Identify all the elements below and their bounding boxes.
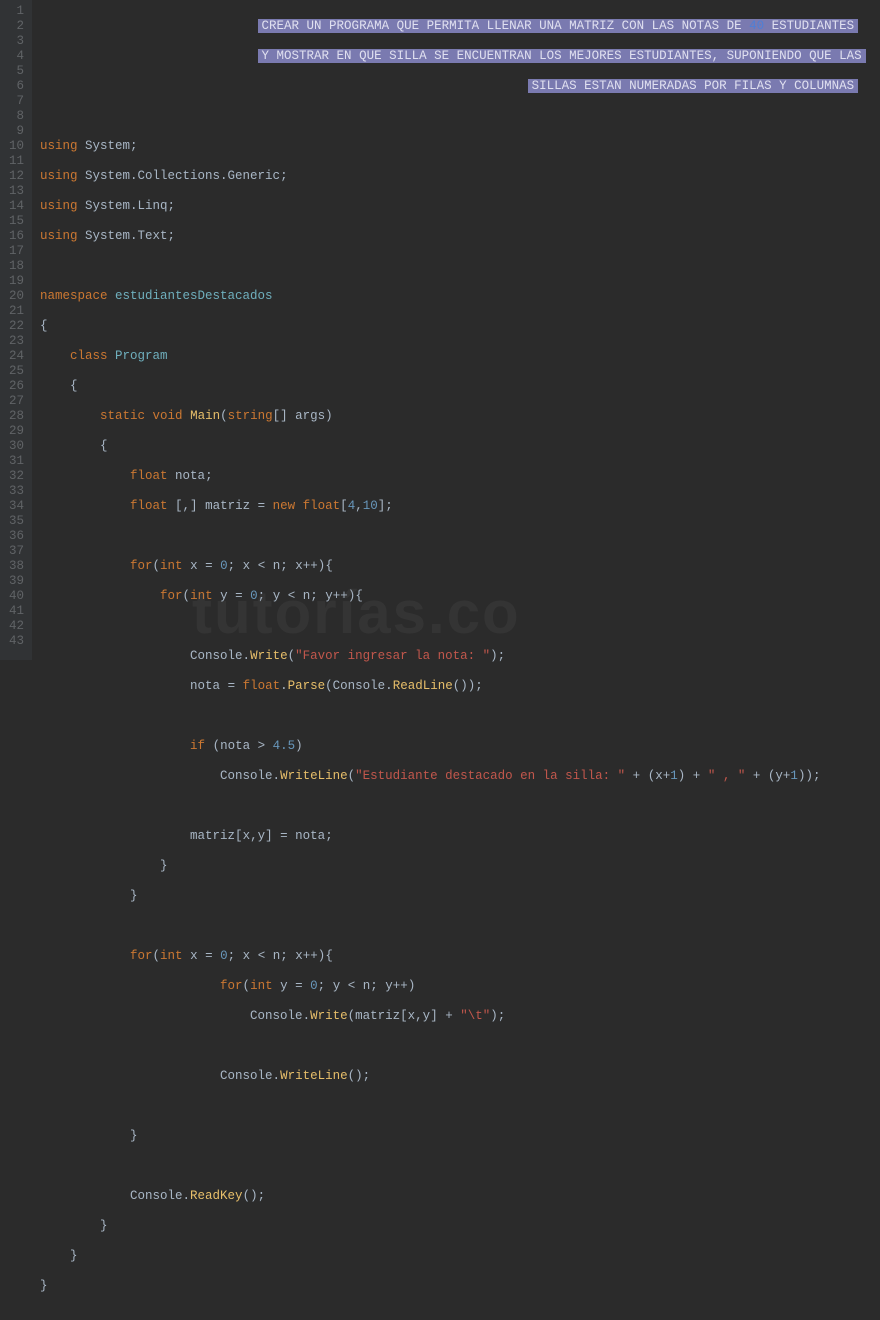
code-line[interactable]: Console.Write(matriz[x,y] + "\t"); <box>40 1009 880 1024</box>
line-number: 39 <box>4 574 24 589</box>
code-line[interactable]: for(int y = 0; y < n; y++) <box>40 979 880 994</box>
line-number: 9 <box>4 124 24 139</box>
code-line[interactable]: float [,] matriz = new float[4,10]; <box>40 499 880 514</box>
line-number: 3 <box>4 34 24 49</box>
code-line[interactable]: using System.Linq; <box>40 199 880 214</box>
code-line[interactable] <box>40 529 880 544</box>
line-number: 21 <box>4 304 24 319</box>
line-number: 14 <box>4 199 24 214</box>
line-number: 29 <box>4 424 24 439</box>
code-line[interactable]: float nota; <box>40 469 880 484</box>
code-line[interactable]: } <box>40 889 880 904</box>
line-number: 32 <box>4 469 24 484</box>
code-line[interactable]: using System.Collections.Generic; <box>40 169 880 184</box>
code-line[interactable]: matriz[x,y] = nota; <box>40 829 880 844</box>
line-number: 13 <box>4 184 24 199</box>
line-number: 5 <box>4 64 24 79</box>
line-number: 36 <box>4 529 24 544</box>
code-line[interactable]: } <box>40 1129 880 1144</box>
line-number: 16 <box>4 229 24 244</box>
code-line[interactable]: { <box>40 439 880 454</box>
line-number: 10 <box>4 139 24 154</box>
code-line[interactable]: namespace estudiantesDestacados <box>40 289 880 304</box>
line-number: 28 <box>4 409 24 424</box>
line-number: 18 <box>4 259 24 274</box>
line-number: 1 <box>4 4 24 19</box>
line-number: 31 <box>4 454 24 469</box>
line-number: 22 <box>4 319 24 334</box>
line-number: 30 <box>4 439 24 454</box>
code-line[interactable] <box>40 619 880 634</box>
code-line[interactable]: for(int x = 0; x < n; x++){ <box>40 559 880 574</box>
code-line[interactable]: } <box>40 1279 880 1294</box>
code-line[interactable]: using System; <box>40 139 880 154</box>
code-line[interactable]: { <box>40 319 880 334</box>
code-line[interactable]: class Program <box>40 349 880 364</box>
line-number: 43 <box>4 634 24 649</box>
watermark-text: tutorías.co <box>192 605 521 620</box>
code-line[interactable]: for(int x = 0; x < n; x++){ <box>40 949 880 964</box>
code-line[interactable] <box>40 1159 880 1174</box>
code-editor[interactable]: 1 2 3 4 5 6 7 8 9 10 11 12 13 14 15 16 1… <box>0 0 880 660</box>
code-line[interactable]: { <box>40 379 880 394</box>
line-number: 2 <box>4 19 24 34</box>
line-number-gutter: 1 2 3 4 5 6 7 8 9 10 11 12 13 14 15 16 1… <box>0 0 32 660</box>
line-number: 25 <box>4 364 24 379</box>
code-line[interactable]: SILLAS ESTAN NUMERADAS POR FILAS Y COLUM… <box>40 79 880 94</box>
line-number: 23 <box>4 334 24 349</box>
line-number: 35 <box>4 514 24 529</box>
line-number: 41 <box>4 604 24 619</box>
line-number: 24 <box>4 349 24 364</box>
line-number: 40 <box>4 589 24 604</box>
line-number: 38 <box>4 559 24 574</box>
code-line[interactable]: Console.ReadKey(); <box>40 1189 880 1204</box>
code-line[interactable]: nota = float.Parse(Console.ReadLine()); <box>40 679 880 694</box>
code-line[interactable]: for(int y = 0; y < n; y++){ <box>40 589 880 604</box>
code-line[interactable] <box>40 109 880 124</box>
line-number: 7 <box>4 94 24 109</box>
line-number: 34 <box>4 499 24 514</box>
line-number: 19 <box>4 274 24 289</box>
line-number: 33 <box>4 484 24 499</box>
line-number: 17 <box>4 244 24 259</box>
code-area[interactable]: CREAR UN PROGRAMA QUE PERMITA LLENAR UNA… <box>32 0 880 660</box>
code-line[interactable]: static void Main(string[] args) <box>40 409 880 424</box>
code-line[interactable] <box>40 919 880 934</box>
code-line[interactable]: Console.WriteLine(); <box>40 1069 880 1084</box>
line-number: 42 <box>4 619 24 634</box>
line-number: 15 <box>4 214 24 229</box>
code-line[interactable]: CREAR UN PROGRAMA QUE PERMITA LLENAR UNA… <box>40 19 880 34</box>
line-number: 37 <box>4 544 24 559</box>
code-line[interactable]: } <box>40 859 880 874</box>
code-line[interactable]: using System.Text; <box>40 229 880 244</box>
code-line[interactable]: Console.Write("Favor ingresar la nota: "… <box>40 649 880 664</box>
line-number: 6 <box>4 79 24 94</box>
code-line[interactable] <box>40 259 880 274</box>
code-line[interactable] <box>40 1039 880 1054</box>
line-number: 27 <box>4 394 24 409</box>
line-number: 11 <box>4 154 24 169</box>
code-line[interactable]: Console.WriteLine("Estudiante destacado … <box>40 769 880 784</box>
code-line[interactable]: } <box>40 1219 880 1234</box>
code-line[interactable] <box>40 799 880 814</box>
code-line[interactable] <box>40 1099 880 1114</box>
line-number: 26 <box>4 379 24 394</box>
line-number: 8 <box>4 109 24 124</box>
line-number: 12 <box>4 169 24 184</box>
code-line[interactable]: Y MOSTRAR EN QUE SILLA SE ENCUENTRAN LOS… <box>40 49 880 64</box>
line-number: 4 <box>4 49 24 64</box>
code-line[interactable]: if (nota > 4.5) <box>40 739 880 754</box>
code-line[interactable] <box>40 709 880 724</box>
line-number: 20 <box>4 289 24 304</box>
code-line[interactable]: } <box>40 1249 880 1264</box>
